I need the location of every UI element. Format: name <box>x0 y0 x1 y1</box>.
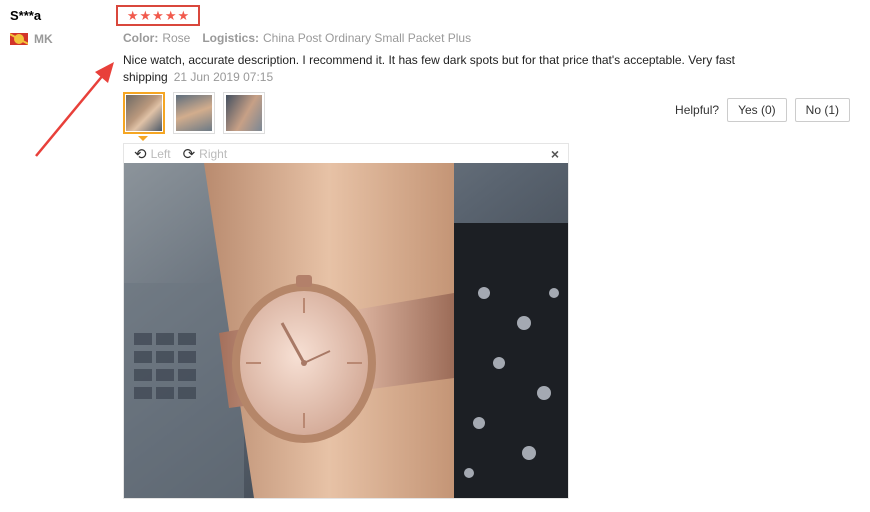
star-icon: ★ <box>177 8 190 23</box>
review-thumbnail[interactable] <box>173 92 215 134</box>
star-icon: ★ <box>164 8 177 23</box>
helpful-yes-button[interactable]: Yes (0) <box>727 98 787 122</box>
review-photo <box>124 163 568 498</box>
review-thumbnail[interactable] <box>223 92 265 134</box>
rotate-left-icon[interactable]: ⟲ <box>134 145 147 163</box>
logistics-value: China Post Ordinary Small Packet Plus <box>263 31 472 45</box>
order-meta: Color: Rose Logistics: China Post Ordinary … <box>123 31 471 45</box>
star-rating: ★ ★ ★ ★ ★ <box>116 5 200 26</box>
viewer-toolbar: ⟲ Left ⟳ Right <box>124 144 568 163</box>
review-thumbnails <box>123 92 265 134</box>
rotate-right-label[interactable]: Right <box>199 147 227 161</box>
star-icon: ★ <box>139 8 152 23</box>
color-value: Rose <box>162 31 191 45</box>
review-date: 21 Jun 2019 07:15 <box>173 70 274 84</box>
color-label: Color: <box>123 31 159 45</box>
helpful-section: Helpful? Yes (0) No (1) <box>675 98 850 122</box>
logistics-label: Logistics: <box>202 31 260 45</box>
helpful-label: Helpful? <box>675 103 720 117</box>
star-icon: ★ <box>126 8 139 23</box>
helpful-no-button[interactable]: No (1) <box>794 98 850 122</box>
star-icon: ★ <box>152 8 164 23</box>
review-body: Nice watch, accurate description. I reco… <box>123 52 773 86</box>
image-viewer: ⟲ Left ⟳ Right × <box>123 143 569 499</box>
rotate-right-icon[interactable]: ⟳ <box>183 145 196 163</box>
active-thumbnail-caret <box>138 136 148 141</box>
annotation-arrow <box>35 62 114 157</box>
close-icon[interactable]: × <box>551 146 559 162</box>
review-thumbnail[interactable] <box>123 92 165 134</box>
rotate-left-label[interactable]: Left <box>151 147 171 161</box>
